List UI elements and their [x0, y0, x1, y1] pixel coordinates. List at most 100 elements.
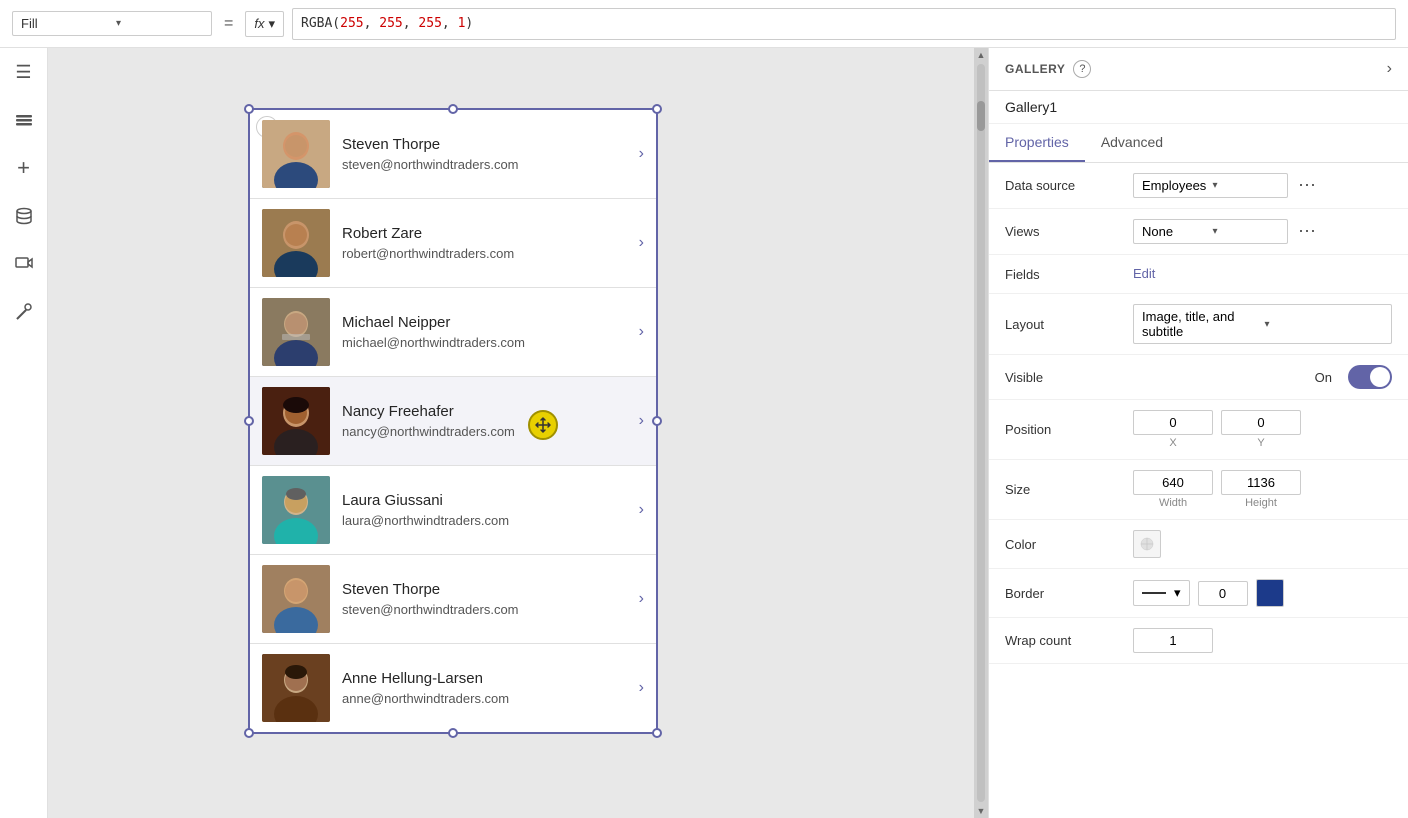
prop-height-label: Height — [1245, 497, 1277, 509]
tools-icon[interactable] — [8, 296, 40, 328]
views-dropdown[interactable]: None ▾ — [1133, 219, 1288, 244]
avatar-michael-neipper — [262, 298, 330, 366]
fields-edit-link[interactable]: Edit — [1133, 266, 1155, 281]
gallery-widget[interactable]: 🔒 Steven Thorpe steven@northwindtraders.… — [248, 108, 658, 734]
border-style-dropdown[interactable]: ▾ — [1133, 580, 1190, 606]
gallery-item-email: steven@northwindtraders.com — [342, 602, 627, 617]
prop-position: Position X Y — [989, 400, 1408, 460]
prop-color-label: Color — [1005, 537, 1125, 552]
prop-fields-label: Fields — [1005, 267, 1125, 282]
canvas-scrollbar[interactable]: ▲ ▼ — [974, 48, 988, 818]
top-bar: Fill ▾ = fx ▾ RGBA(255, 255, 255, 1) — [0, 0, 1408, 48]
layout-dropdown[interactable]: Image, title, and subtitle ▾ — [1133, 304, 1392, 344]
panel-section-title: GALLERY — [1005, 62, 1065, 76]
prop-layout-value[interactable]: Image, title, and subtitle ▾ — [1133, 304, 1392, 344]
position-x-input[interactable] — [1133, 410, 1213, 435]
prop-layout-label: Layout — [1005, 317, 1125, 332]
gallery-item-email: nancy@northwindtraders.com — [342, 424, 627, 439]
prop-color-value[interactable] — [1133, 530, 1392, 558]
gallery-item[interactable]: Robert Zare robert@northwindtraders.com … — [250, 199, 656, 288]
fx-button[interactable]: fx ▾ — [245, 11, 284, 37]
gallery-item[interactable]: Steven Thorpe steven@northwindtraders.co… — [250, 110, 656, 199]
prop-y-group: Y — [1221, 410, 1301, 449]
layers-icon[interactable] — [8, 104, 40, 136]
prop-fields: Fields Edit — [989, 255, 1408, 294]
prop-wrap-count-label: Wrap count — [1005, 633, 1125, 648]
wrap-count-input[interactable] — [1133, 628, 1213, 653]
database-icon[interactable] — [8, 200, 40, 232]
properties-section: Data source Employees ▾ ⋯ Views None ▾ — [989, 163, 1408, 664]
gallery-item-chevron-icon: › — [639, 590, 644, 608]
border-color-swatch[interactable] — [1256, 579, 1284, 607]
add-icon[interactable]: + — [8, 152, 40, 184]
panel-expand-button[interactable]: › — [1387, 60, 1392, 78]
fill-dropdown[interactable]: Fill ▾ — [12, 11, 212, 36]
prop-width-label: Width — [1159, 497, 1187, 509]
gallery-item-chevron-icon: › — [639, 679, 644, 697]
canvas-area[interactable]: 🔒 Steven Thorpe steven@northwindtraders.… — [48, 48, 988, 818]
tab-advanced[interactable]: Advanced — [1085, 124, 1179, 162]
views-value: None — [1142, 224, 1209, 239]
gallery-item[interactable]: Anne Hellung-Larsen anne@northwindtrader… — [250, 644, 656, 732]
layout-chevron-icon: ▾ — [1265, 319, 1384, 330]
border-controls: ▾ — [1133, 579, 1392, 607]
position-y-input[interactable] — [1221, 410, 1301, 435]
prop-border-value[interactable]: ▾ — [1133, 579, 1392, 607]
gallery-item-selected[interactable]: Nancy Freehafer nancy@northwindtraders.c… — [250, 377, 656, 466]
hamburger-icon[interactable]: ☰ — [8, 56, 40, 88]
panel-help-button[interactable]: ? — [1073, 60, 1091, 78]
panel-header: GALLERY ? › — [989, 48, 1408, 91]
prop-width-group: Width — [1133, 470, 1213, 509]
scrollbar-track[interactable] — [977, 64, 985, 802]
data-source-dropdown[interactable]: Employees ▾ — [1133, 173, 1288, 198]
prop-visible-label: Visible — [1005, 370, 1125, 385]
prop-color: Color — [989, 520, 1408, 569]
gallery-scroll[interactable]: Steven Thorpe steven@northwindtraders.co… — [250, 110, 656, 732]
data-source-more-button[interactable]: ⋯ — [1298, 175, 1316, 196]
gallery-item[interactable]: Laura Giussani laura@northwindtraders.co… — [250, 466, 656, 555]
gallery-item[interactable]: Michael Neipper michael@northwindtraders… — [250, 288, 656, 377]
tab-properties[interactable]: Properties — [989, 124, 1085, 162]
prop-views-value[interactable]: None ▾ ⋯ — [1133, 219, 1392, 244]
media-icon[interactable] — [8, 248, 40, 280]
toggle-knob — [1370, 367, 1390, 387]
prop-height-group: Height — [1221, 470, 1301, 509]
move-cursor-icon — [528, 410, 558, 440]
visible-toggle[interactable] — [1348, 365, 1392, 389]
gallery-item-text: Anne Hellung-Larsen anne@northwindtrader… — [342, 670, 627, 706]
gallery-item-email: anne@northwindtraders.com — [342, 691, 627, 706]
fx-label: fx — [254, 16, 264, 31]
fill-chevron-icon: ▾ — [116, 18, 203, 29]
gallery-item-chevron-icon: › — [639, 412, 644, 430]
border-width-input[interactable] — [1198, 581, 1248, 606]
prop-data-source: Data source Employees ▾ ⋯ — [989, 163, 1408, 209]
gallery-item-email: robert@northwindtraders.com — [342, 246, 627, 261]
gallery-item-text: Steven Thorpe steven@northwindtraders.co… — [342, 581, 627, 617]
size-width-input[interactable] — [1133, 470, 1213, 495]
prop-wrap-count-value[interactable] — [1133, 628, 1392, 653]
layout-value: Image, title, and subtitle — [1142, 309, 1261, 339]
scroll-up-arrow[interactable]: ▲ — [974, 48, 988, 62]
prop-border-label: Border — [1005, 586, 1125, 601]
prop-data-source-value[interactable]: Employees ▾ ⋯ — [1133, 173, 1392, 198]
gallery-item-chevron-icon: › — [639, 145, 644, 163]
avatar-robert-zare — [262, 209, 330, 277]
prop-data-source-label: Data source — [1005, 178, 1125, 193]
prop-visible-value[interactable]: On — [1133, 365, 1392, 389]
data-source-value: Employees — [1142, 178, 1209, 193]
color-swatch-button[interactable] — [1133, 530, 1161, 558]
views-more-button[interactable]: ⋯ — [1298, 221, 1316, 242]
prop-fields-value[interactable]: Edit — [1133, 265, 1392, 283]
fx-chevron-icon: ▾ — [268, 16, 275, 32]
gallery-item-text: Nancy Freehafer nancy@northwindtraders.c… — [342, 403, 627, 439]
scrollbar-thumb[interactable] — [977, 101, 985, 131]
size-height-input[interactable] — [1221, 470, 1301, 495]
prop-visible: Visible On — [989, 355, 1408, 400]
prop-views: Views None ▾ ⋯ — [989, 209, 1408, 255]
formula-bar[interactable]: RGBA(255, 255, 255, 1) — [292, 8, 1396, 40]
prop-size-value: Width Height — [1133, 470, 1392, 509]
prop-border: Border ▾ — [989, 569, 1408, 618]
scroll-down-arrow[interactable]: ▼ — [974, 804, 988, 818]
avatar-nancy-freehafer — [262, 387, 330, 455]
gallery-item[interactable]: Steven Thorpe steven@northwindtraders.co… — [250, 555, 656, 644]
